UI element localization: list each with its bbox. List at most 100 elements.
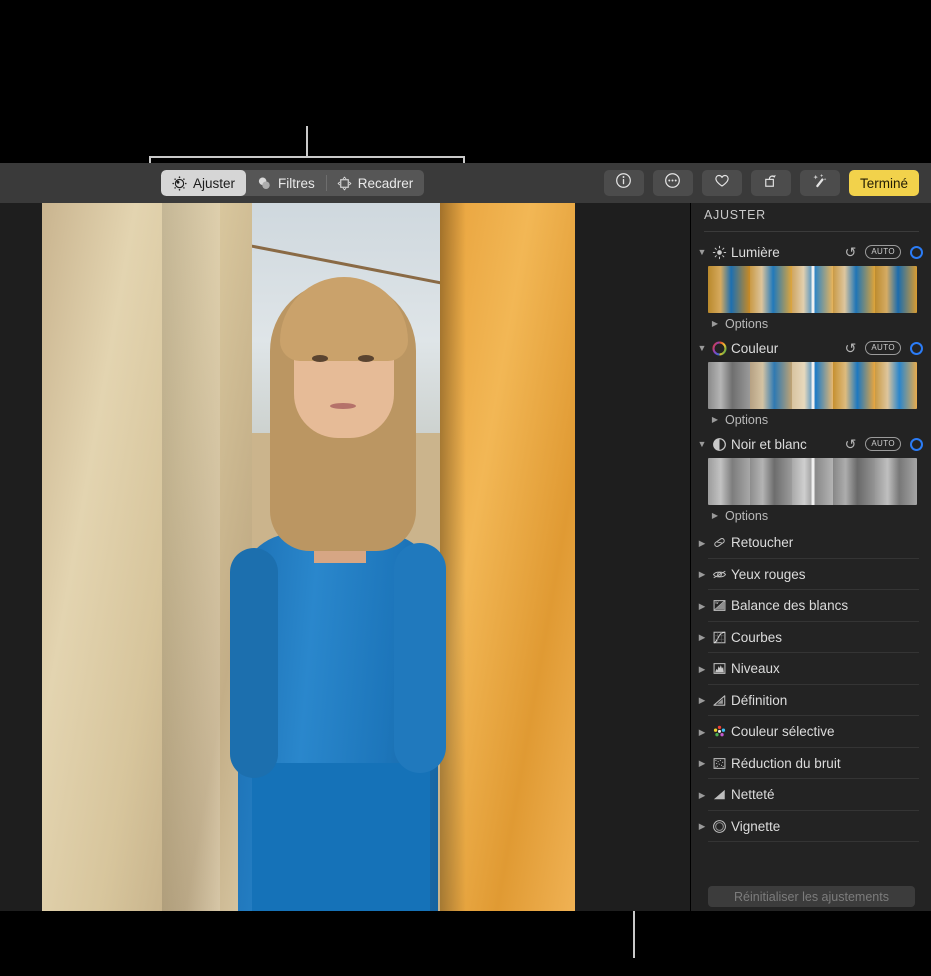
photo-subject-right-arm xyxy=(394,543,446,773)
favorite-button[interactable] xyxy=(701,170,742,196)
tab-filtres-label: Filtres xyxy=(278,175,315,191)
reset-icon[interactable]: ↺ xyxy=(845,437,857,451)
disclosure-triangle-closed-icon[interactable]: ▶ xyxy=(694,601,710,611)
disclosure-triangle-closed-icon[interactable]: ▶ xyxy=(694,790,710,800)
lumiere-controls: ↺ AUTO xyxy=(845,239,923,265)
reset-adjustments-button[interactable]: Réinitialiser les ajustements xyxy=(708,886,915,907)
heart-icon xyxy=(713,172,731,195)
adjustment-group-lumiere[interactable]: ▼ Lumière ↺ AUTO xyxy=(691,239,931,265)
adjustment-row-reduction-du-bruit[interactable]: ▶ Réduction du bruit xyxy=(691,748,931,780)
edit-mode-segmented-control[interactable]: Ajuster Filtres Recadrer xyxy=(161,170,425,196)
adjustment-group-couleur[interactable]: ▼ Couleur ↺ AUTO xyxy=(691,335,931,361)
adjustment-row-vignette[interactable]: ▶ Vignette xyxy=(691,811,931,843)
disclosure-triangle-open-icon[interactable]: ▼ xyxy=(694,247,710,257)
disclosure-triangle-closed-icon[interactable]: ▶ xyxy=(708,416,722,424)
enable-toggle[interactable] xyxy=(910,245,923,259)
vignette-icon xyxy=(710,819,729,834)
strip-position-marker[interactable] xyxy=(811,362,814,409)
adjustment-row-balance-des-blancs[interactable]: ▶ W Balance des blancs xyxy=(691,590,931,622)
selective-color-icon xyxy=(710,724,729,739)
variation-thumb[interactable] xyxy=(833,458,876,505)
disclosure-triangle-closed-icon[interactable]: ▶ xyxy=(694,664,710,674)
adjustment-row-definition[interactable]: ▶ Définition xyxy=(691,685,931,717)
adjustment-row-niveaux-label: Niveaux xyxy=(731,661,780,677)
color-wheel-icon xyxy=(710,340,729,356)
disclosure-triangle-open-icon[interactable]: ▼ xyxy=(694,343,710,353)
tab-recadrer[interactable]: Recadrer xyxy=(325,170,425,196)
disclosure-triangle-closed-icon[interactable]: ▶ xyxy=(694,633,710,642)
photo-subject-mouth xyxy=(330,403,356,409)
strip-position-marker[interactable] xyxy=(811,266,814,313)
photo-left-sheet-fold xyxy=(162,203,220,911)
auto-badge[interactable]: AUTO xyxy=(865,437,901,451)
variation-thumb[interactable] xyxy=(875,458,917,505)
adjustment-row-yeux-rouges[interactable]: ▶ Yeux rouges xyxy=(691,559,931,591)
half-circle-icon xyxy=(710,437,729,452)
adjustment-row-retoucher[interactable]: ▶ Retoucher xyxy=(691,527,931,559)
variation-thumb[interactable] xyxy=(708,458,750,505)
lumiere-options-label: Options xyxy=(725,317,769,331)
variation-thumb[interactable] xyxy=(833,266,876,313)
adjustment-group-noir-et-blanc[interactable]: ▼ Noir et blanc ↺ AUTO xyxy=(691,431,931,457)
adjustment-row-nettete-label: Netteté xyxy=(731,787,775,803)
variation-thumb[interactable] xyxy=(833,362,876,409)
strip-position-marker[interactable] xyxy=(811,458,814,505)
reset-icon[interactable]: ↺ xyxy=(845,245,857,259)
rotate-button[interactable] xyxy=(750,170,791,196)
photo-image[interactable] xyxy=(42,203,575,911)
disclosure-triangle-closed-icon[interactable]: ▶ xyxy=(694,759,710,768)
variation-thumb[interactable] xyxy=(708,266,750,313)
enable-toggle[interactable] xyxy=(910,437,923,451)
couleur-options-row[interactable]: ▶ Options xyxy=(691,409,931,431)
tab-ajuster[interactable]: Ajuster xyxy=(161,170,247,196)
adjustment-row-definition-label: Définition xyxy=(731,692,788,708)
reset-icon[interactable]: ↺ xyxy=(845,341,857,355)
more-button[interactable] xyxy=(652,170,693,196)
adjustment-row-courbes[interactable]: ▶ Courbes xyxy=(691,622,931,654)
levels-icon xyxy=(710,661,729,676)
sidebar-title: AJUSTER xyxy=(704,208,766,222)
noir-et-blanc-options-row[interactable]: ▶ Options xyxy=(691,505,931,527)
light-variations-strip[interactable] xyxy=(708,266,917,313)
variation-thumb[interactable] xyxy=(749,458,792,505)
variation-thumb[interactable] xyxy=(875,266,917,313)
adjustment-group-lumiere-label: Lumière xyxy=(731,244,780,260)
adjustment-row-couleur-selective-label: Couleur sélective xyxy=(731,724,835,740)
filters-circles-icon xyxy=(257,176,272,191)
photo-subject-eye-left xyxy=(312,355,328,362)
variation-thumb[interactable] xyxy=(749,266,792,313)
auto-badge[interactable]: AUTO xyxy=(865,245,901,259)
disclosure-triangle-closed-icon[interactable]: ▶ xyxy=(694,696,710,705)
adjustment-group-couleur-label: Couleur xyxy=(731,340,779,356)
auto-enhance-button[interactable] xyxy=(799,170,840,196)
adjustment-group-noir-et-blanc-label: Noir et blanc xyxy=(731,436,807,452)
lumiere-options-row[interactable]: ▶ Options xyxy=(691,313,931,335)
adjust-dial-icon xyxy=(172,175,187,191)
adjustment-row-yeux-rouges-label: Yeux rouges xyxy=(731,566,806,582)
adjustment-row-retoucher-label: Retoucher xyxy=(731,535,794,551)
noir-et-blanc-options-label: Options xyxy=(725,509,769,523)
done-button[interactable]: Terminé xyxy=(848,170,919,196)
white-balance-icon: W xyxy=(710,598,729,613)
disclosure-triangle-closed-icon[interactable]: ▶ xyxy=(694,727,710,737)
adjustment-row-couleur-selective[interactable]: ▶ Couleur sélective xyxy=(691,716,931,748)
disclosure-triangle-closed-icon[interactable]: ▶ xyxy=(694,570,710,579)
disclosure-triangle-closed-icon[interactable]: ▶ xyxy=(708,512,722,520)
disclosure-triangle-closed-icon[interactable]: ▶ xyxy=(694,538,710,548)
disclosure-triangle-open-icon[interactable]: ▼ xyxy=(694,439,710,449)
variation-thumb[interactable] xyxy=(749,362,792,409)
tab-filtres[interactable]: Filtres xyxy=(246,170,326,196)
auto-badge[interactable]: AUTO xyxy=(865,341,901,355)
color-variations-strip[interactable] xyxy=(708,362,917,409)
info-button[interactable] xyxy=(603,170,644,196)
sharpness-icon xyxy=(710,787,729,802)
variation-thumb[interactable] xyxy=(708,362,750,409)
enable-toggle[interactable] xyxy=(910,341,923,355)
adjustment-row-nettete[interactable]: ▶ Netteté xyxy=(691,779,931,811)
adjustment-row-niveaux[interactable]: ▶ Niveaux xyxy=(691,653,931,685)
disclosure-triangle-closed-icon[interactable]: ▶ xyxy=(694,822,710,831)
bw-variations-strip[interactable] xyxy=(708,458,917,505)
tab-recadrer-label: Recadrer xyxy=(357,175,414,191)
disclosure-triangle-closed-icon[interactable]: ▶ xyxy=(708,320,722,328)
variation-thumb[interactable] xyxy=(875,362,917,409)
